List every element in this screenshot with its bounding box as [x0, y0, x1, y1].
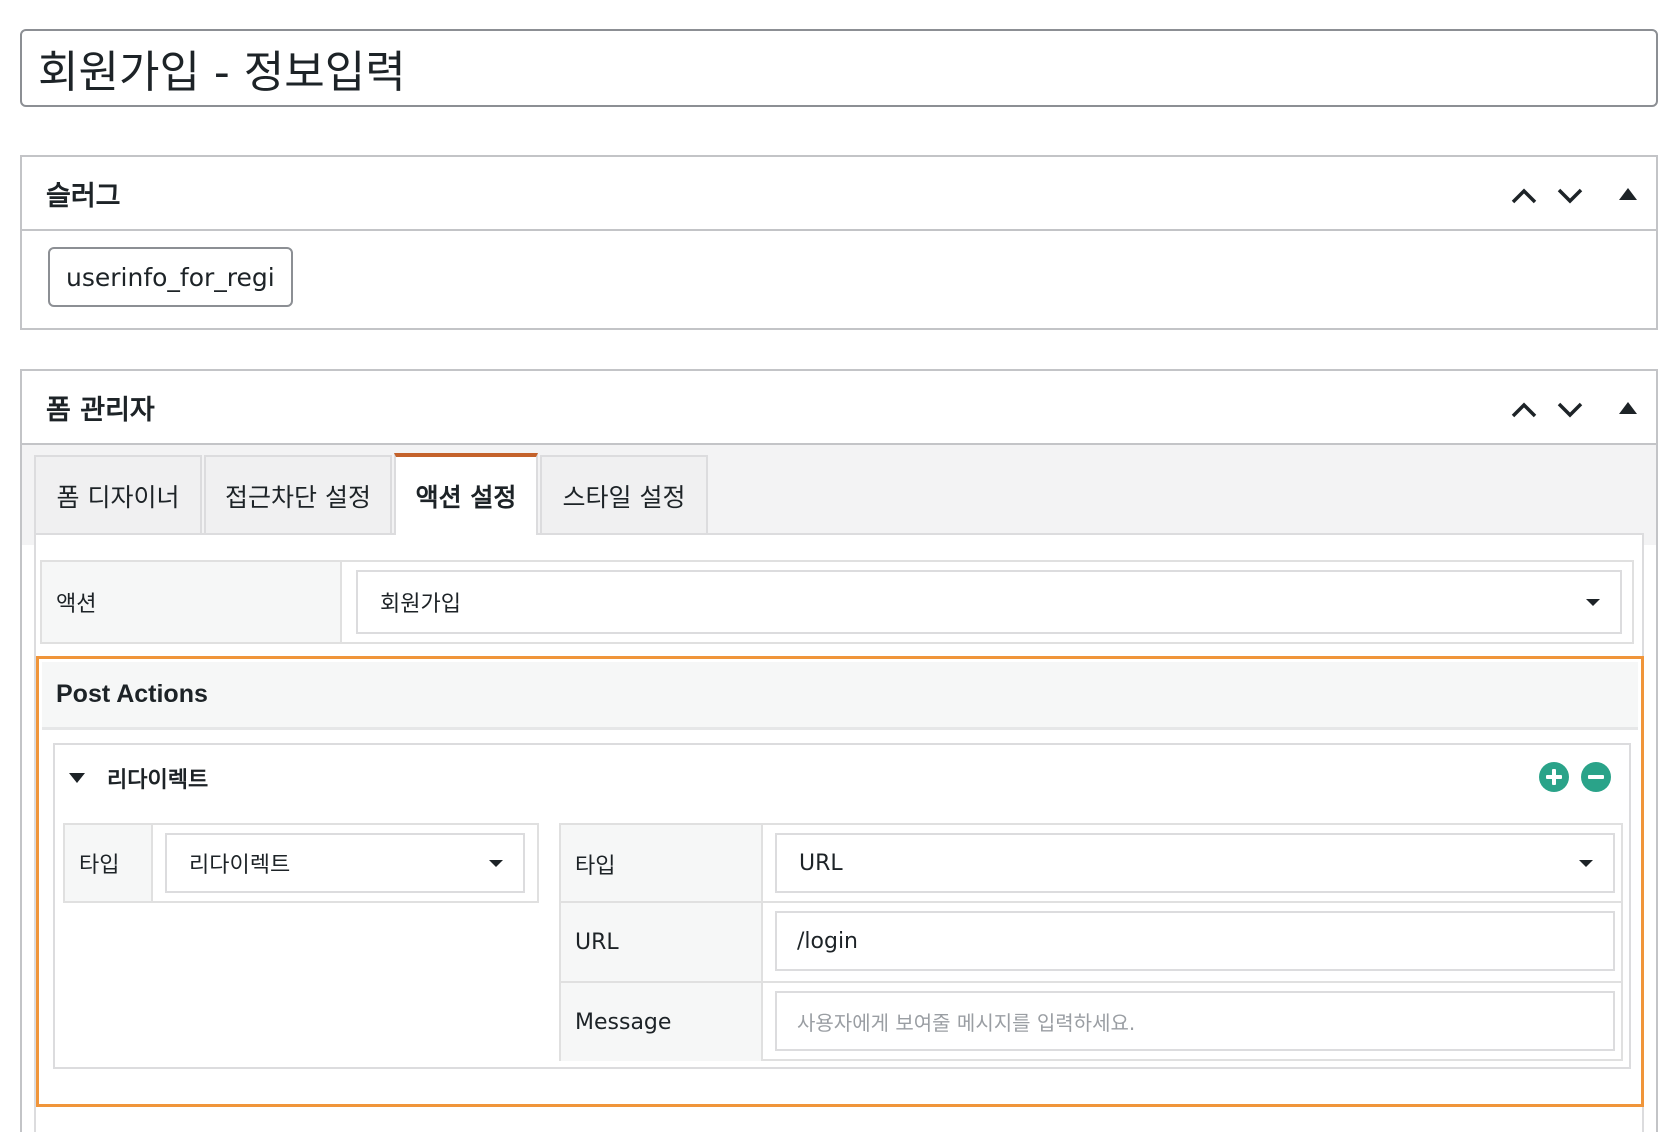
- chevron-up-icon: [1511, 402, 1537, 418]
- post-title-text: 회원가입 - 정보입력: [38, 47, 406, 98]
- toggle-panel-button[interactable]: [1608, 174, 1648, 214]
- url-label: URL: [561, 903, 763, 981]
- message-label: Message: [561, 983, 763, 1061]
- triangle-up-icon: [1619, 402, 1637, 414]
- slug-postbox-header: 슬러그: [22, 157, 1656, 231]
- message-input[interactable]: 사용자에게 보여줄 메시지를 입력하세요.: [775, 991, 1615, 1051]
- tab-style-settings[interactable]: 스타일 설정: [540, 455, 708, 535]
- post-actions-heading: Post Actions: [56, 680, 208, 708]
- chevron-up-icon: [1511, 188, 1537, 204]
- add-action-button[interactable]: [1539, 762, 1569, 792]
- move-down-button[interactable]: [1550, 176, 1590, 216]
- redirect-settings-table: 타입 URL URL /login Message 사용자에게 보여줄 메시지를…: [559, 823, 1623, 1061]
- slug-postbox: 슬러그 userinfo_for_regi: [20, 155, 1658, 330]
- move-down-button[interactable]: [1550, 390, 1590, 430]
- remove-action-button[interactable]: [1581, 762, 1611, 792]
- triangle-up-icon: [1619, 188, 1637, 200]
- move-up-button[interactable]: [1504, 390, 1544, 430]
- caret-down-icon: [489, 860, 503, 867]
- action-label: 액션: [42, 562, 342, 642]
- settings-row-url: URL /login: [561, 903, 1621, 981]
- action-select-value: 회원가입: [380, 592, 461, 617]
- settings-row-type: 타입 URL: [561, 825, 1621, 903]
- redirect-type-select[interactable]: 리다이렉트: [165, 833, 525, 893]
- redirect-item-title: 리다이렉트: [107, 768, 209, 793]
- action-select[interactable]: 회원가입: [356, 570, 1622, 634]
- settings-row-message: Message 사용자에게 보여줄 메시지를 입력하세요.: [561, 983, 1621, 1061]
- message-placeholder: 사용자에게 보여줄 메시지를 입력하세요.: [797, 1010, 1136, 1035]
- slug-field[interactable]: userinfo_for_regi: [48, 247, 293, 307]
- collapse-caret-icon[interactable]: [69, 773, 85, 783]
- url-type-label: 타입: [561, 825, 763, 903]
- tab-action-settings[interactable]: 액션 설정: [394, 453, 538, 535]
- caret-down-icon: [1586, 599, 1600, 606]
- chevron-down-icon: [1557, 188, 1583, 204]
- form-manager-postbox: 폼 관리자 폼 디자이너 접근차단 설정 액션 설정 스타일 설정 액션 회원가…: [20, 369, 1658, 1132]
- caret-down-icon: [1579, 860, 1593, 867]
- url-input[interactable]: /login: [775, 911, 1615, 971]
- tab-label: 접근차단 설정: [225, 483, 371, 512]
- url-input-value: /login: [797, 928, 859, 954]
- tab-access-block[interactable]: 접근차단 설정: [204, 455, 392, 535]
- tab-label: 폼 디자이너: [56, 483, 180, 512]
- tab-label: 스타일 설정: [562, 483, 686, 512]
- tab-form-designer[interactable]: 폼 디자이너: [34, 455, 202, 535]
- slug-value: userinfo_for_regi: [66, 262, 275, 292]
- move-up-button[interactable]: [1504, 176, 1544, 216]
- redirect-type-table: 타입 리다이렉트: [63, 823, 539, 903]
- chevron-down-icon: [1557, 402, 1583, 418]
- tab-label: 액션 설정: [415, 483, 517, 512]
- redirect-type-value: 리다이렉트: [189, 853, 291, 878]
- post-actions-panel: Post Actions 리다이렉트 타입 리다이렉트 타입 URL URL /…: [36, 656, 1644, 1107]
- redirect-action-item: 리다이렉트 타입 리다이렉트 타입 URL URL /login Message…: [53, 743, 1631, 1069]
- form-manager-heading: 폼 관리자: [46, 394, 155, 426]
- action-row: 액션 회원가입: [40, 560, 1634, 644]
- post-actions-header: Post Actions: [42, 662, 1638, 730]
- type-label: 타입: [65, 825, 153, 901]
- url-type-value: URL: [799, 850, 843, 876]
- form-manager-header: 폼 관리자: [22, 371, 1656, 445]
- tab-panel: 액션 회원가입 Post Actions 리다이렉트 타입 리다이렉트 타입 U…: [34, 533, 1644, 1132]
- toggle-panel-button[interactable]: [1608, 388, 1648, 428]
- post-title-input[interactable]: 회원가입 - 정보입력: [20, 29, 1658, 107]
- slug-heading: 슬러그: [46, 180, 121, 212]
- url-type-select[interactable]: URL: [775, 833, 1615, 893]
